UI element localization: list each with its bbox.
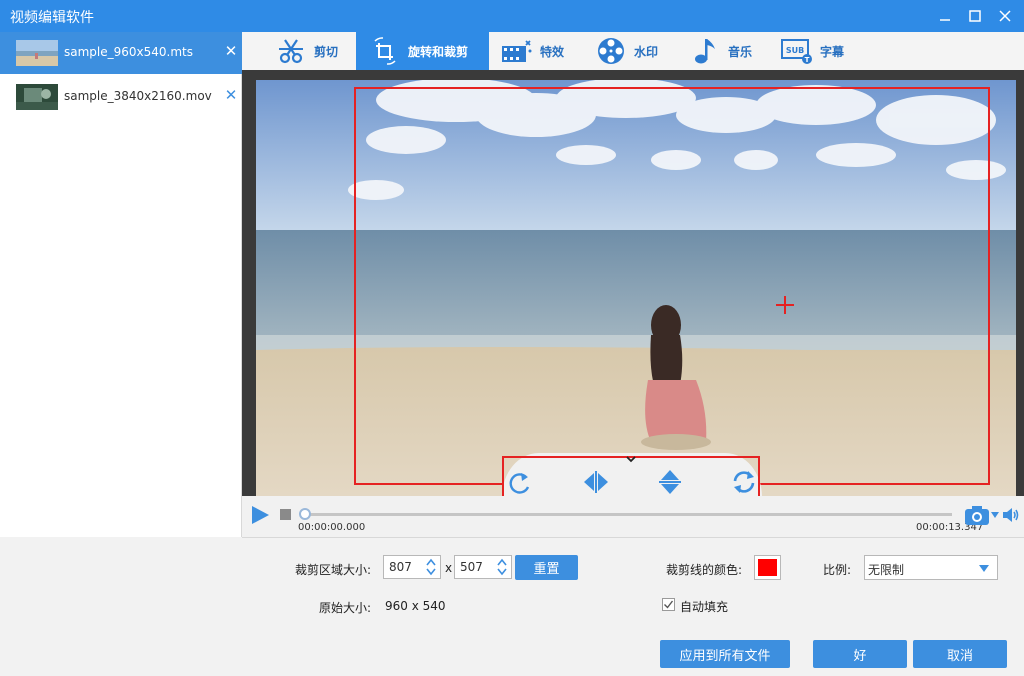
- ratio-label: 比例:: [823, 563, 852, 577]
- close-button[interactable]: [994, 6, 1016, 26]
- crop-width-spinner-icon[interactable]: [424, 556, 438, 578]
- remove-file-button[interactable]: ✕: [222, 86, 240, 106]
- playback-bar: 00:00:00.000 00:00:13.347: [242, 496, 1024, 538]
- snapshot-options-chevron-icon[interactable]: [991, 512, 999, 518]
- svg-text:SUB: SUB: [786, 46, 804, 55]
- close-icon: [999, 10, 1011, 22]
- maximize-icon: [969, 10, 981, 22]
- rotate-clockwise-button[interactable]: [506, 468, 536, 496]
- file-list: sample_960x540.mts ✕ sample_3840x2160.mo…: [0, 32, 242, 537]
- ratio-select[interactable]: 无限制: [864, 555, 998, 580]
- file-item[interactable]: sample_960x540.mts ✕: [0, 32, 242, 74]
- seek-handle[interactable]: [299, 508, 311, 520]
- crop-height-spinner-icon[interactable]: [495, 556, 509, 578]
- cancel-button[interactable]: 取消: [913, 640, 1007, 668]
- tab-subtitle[interactable]: SUB T 字幕: [780, 32, 880, 70]
- volume-icon[interactable]: [1002, 506, 1020, 524]
- reset-rotation-button[interactable]: [729, 468, 759, 496]
- effects-film-icon: [500, 36, 534, 66]
- crop-settings-panel: 裁剪区域大小: 807 x 507 重置 原始大小: 960 x 540 裁剪线…: [0, 538, 1024, 676]
- tab-label: 字幕: [820, 44, 845, 59]
- flip-vertical-button[interactable]: [655, 468, 685, 496]
- flip-horizontal-button[interactable]: [581, 468, 611, 496]
- file-item[interactable]: sample_3840x2160.mov ✕: [0, 76, 242, 118]
- watermark-film-reel-icon: [594, 36, 628, 66]
- original-size-value: 960 x 540: [385, 599, 446, 613]
- file-thumbnail: [16, 40, 58, 66]
- snapshot-camera-icon[interactable]: [964, 504, 990, 526]
- auto-fill-label: 自动填充: [680, 600, 729, 614]
- crop-corner-handle[interactable]: [354, 475, 364, 485]
- ratio-selected-value: 无限制: [868, 563, 905, 577]
- flip-horizontal-icon: [584, 471, 608, 493]
- original-size-label: 原始大小:: [319, 601, 372, 615]
- remove-file-button[interactable]: ✕: [222, 42, 240, 62]
- color-swatch-fill: [758, 559, 777, 576]
- music-note-icon: [688, 36, 722, 66]
- apply-to-all-button[interactable]: 应用到所有文件: [660, 640, 790, 668]
- checkmark-icon: [664, 600, 674, 609]
- seek-track[interactable]: [304, 513, 952, 516]
- stop-button[interactable]: [280, 509, 291, 520]
- crop-height-input[interactable]: 507: [454, 555, 512, 579]
- crop-center-crosshair[interactable]: [776, 296, 794, 314]
- video-preview: [242, 70, 1024, 496]
- feature-tab-bar: 剪切 旋转和裁剪 特效 水印 音乐 SUB T 字幕: [242, 32, 1024, 70]
- crop-height-value: 507: [460, 560, 483, 574]
- window-title: 视频编辑软件: [10, 10, 94, 26]
- crop-size-label: 裁剪区域大小:: [295, 563, 372, 577]
- tab-label: 剪切: [314, 44, 339, 59]
- maximize-button[interactable]: [964, 6, 986, 26]
- play-button[interactable]: [250, 505, 270, 525]
- crop-rotate-icon: [368, 36, 402, 66]
- file-name: sample_960x540.mts: [64, 45, 193, 59]
- collapse-toolbox-icon[interactable]: [626, 455, 636, 463]
- tab-label: 旋转和裁剪: [408, 44, 469, 59]
- subtitle-icon: SUB T: [780, 36, 814, 66]
- tab-label: 水印: [634, 44, 659, 59]
- minimize-icon: [940, 19, 950, 21]
- crop-line-color-picker[interactable]: [754, 555, 781, 580]
- reset-rotation-icon: [733, 471, 755, 493]
- tab-rotate-crop[interactable]: 旋转和裁剪: [356, 32, 489, 70]
- crop-width-value: 807: [389, 560, 412, 574]
- auto-fill-checkbox[interactable]: [662, 598, 675, 611]
- scissors-icon: [274, 36, 308, 66]
- file-thumbnail: [16, 84, 58, 110]
- crop-line-color-label: 裁剪线的颜色:: [666, 563, 743, 577]
- crop-frame[interactable]: [354, 87, 990, 485]
- crop-corner-handle[interactable]: [980, 87, 990, 97]
- minimize-button[interactable]: [934, 6, 956, 26]
- svg-text:T: T: [805, 56, 810, 64]
- crop-width-input[interactable]: 807: [383, 555, 441, 579]
- chevron-down-icon: [979, 565, 989, 572]
- rotate-clockwise-icon: [509, 473, 530, 494]
- tab-watermark[interactable]: 水印: [594, 32, 694, 70]
- reset-crop-button[interactable]: 重置: [515, 555, 578, 580]
- ok-button[interactable]: 好: [813, 640, 907, 668]
- tab-effects[interactable]: 特效: [500, 32, 600, 70]
- crop-corner-handle[interactable]: [354, 87, 364, 97]
- title-bar: 视频编辑软件: [0, 0, 1024, 32]
- size-separator: x: [445, 561, 453, 575]
- tab-label: 特效: [540, 44, 565, 59]
- file-name: sample_3840x2160.mov: [64, 89, 212, 103]
- flip-vertical-icon: [659, 470, 681, 494]
- tab-music[interactable]: 音乐: [688, 32, 788, 70]
- tab-label: 音乐: [728, 44, 753, 59]
- crop-corner-handle[interactable]: [980, 475, 990, 485]
- current-time: 00:00:00.000: [298, 522, 366, 533]
